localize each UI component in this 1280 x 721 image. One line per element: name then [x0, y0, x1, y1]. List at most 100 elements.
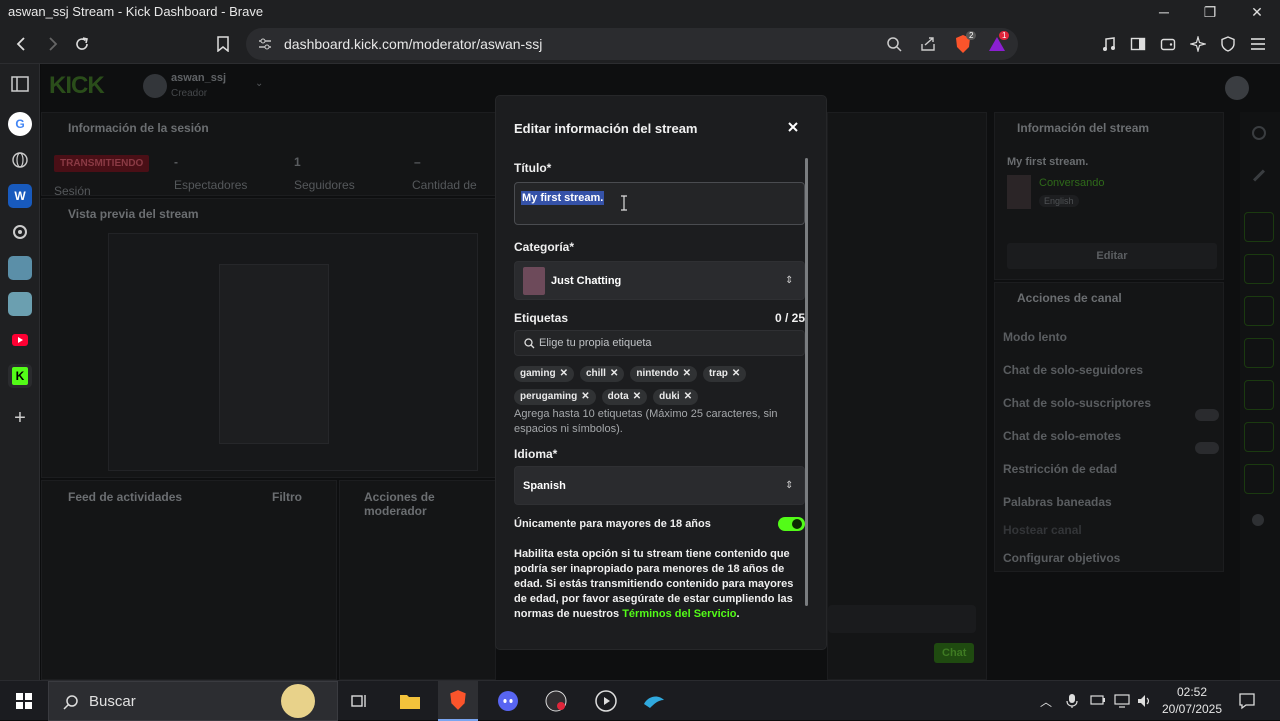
pencil-icon[interactable] [1252, 169, 1266, 182]
remove-tag-icon[interactable]: ✕ [684, 391, 692, 402]
bookmark-icon[interactable] [209, 30, 237, 58]
tag-chip[interactable]: duki ✕ [653, 388, 699, 405]
tag-chip[interactable]: chill ✕ [579, 365, 625, 382]
subscribers-only-item[interactable]: Chat de solo-suscriptores [1003, 396, 1151, 410]
word-icon[interactable]: W [8, 184, 32, 208]
app-thumbnail-icon-2[interactable] [8, 292, 32, 316]
add-widget-icon[interactable] [1252, 514, 1264, 526]
broadcast-icon[interactable] [1244, 380, 1274, 410]
sidebar-panel-icon[interactable] [8, 72, 32, 96]
globe-icon[interactable] [8, 148, 32, 172]
age-restriction-item[interactable]: Restricción de edad [1003, 462, 1117, 476]
mod-tool-icon[interactable] [1244, 422, 1274, 452]
close-window-button[interactable]: ✕ [1234, 0, 1280, 24]
profile-avatar[interactable] [1225, 76, 1249, 100]
title-input[interactable]: My first stream. [514, 182, 805, 225]
emotes-only-toggle[interactable] [1195, 442, 1219, 454]
configure-goals-item[interactable]: Configurar objetivos [1003, 551, 1120, 565]
title-input-value: My first stream. [521, 191, 605, 205]
windows-start-icon[interactable] [4, 681, 44, 721]
avatar[interactable] [143, 74, 167, 98]
tag-chip[interactable]: gaming ✕ [514, 365, 574, 382]
share-icon[interactable] [920, 36, 936, 52]
document-icon[interactable] [1244, 296, 1274, 326]
zoom-icon[interactable] [886, 36, 902, 52]
music-icon[interactable] [1095, 30, 1123, 58]
media-player-icon[interactable] [586, 681, 626, 721]
close-icon[interactable] [786, 120, 800, 134]
stream-preview-video[interactable] [108, 233, 478, 471]
widget-icon-1[interactable] [1244, 212, 1274, 242]
circle-app-icon[interactable] [8, 220, 32, 244]
microphone-icon[interactable] [1066, 693, 1078, 709]
brave-rewards-icon[interactable]: 1 [988, 31, 1010, 53]
back-icon[interactable] [8, 30, 36, 58]
obs-icon[interactable] [536, 681, 576, 721]
mature-toggle[interactable] [778, 517, 805, 531]
emotes-only-item[interactable]: Chat de solo-emotes [1003, 429, 1121, 443]
clock-time[interactable]: 02:52 [1166, 685, 1218, 699]
brave-taskbar-icon[interactable] [438, 681, 478, 721]
network-icon[interactable] [1114, 694, 1130, 708]
remove-tag-icon[interactable]: ✕ [560, 368, 568, 379]
modal-title: Editar información del stream [514, 121, 698, 136]
remove-tag-icon[interactable]: ✕ [683, 368, 691, 379]
slow-mode-item[interactable]: Modo lento [1003, 330, 1067, 344]
followers-only-item[interactable]: Chat de solo-seguidores [1003, 363, 1143, 377]
dolphin-app-icon[interactable] [634, 681, 674, 721]
remove-tag-icon[interactable]: ✕ [633, 391, 641, 402]
tags-search-input[interactable]: Elige tu propia etiqueta [514, 330, 805, 356]
chevron-down-icon[interactable]: ⌄ [255, 78, 263, 89]
menu-icon[interactable] [1244, 30, 1272, 58]
tag-chip[interactable]: perugaming ✕ [514, 388, 596, 405]
tray-overflow-icon[interactable]: ︿ [1040, 693, 1052, 710]
bolt-icon[interactable] [1244, 254, 1274, 284]
kick-icon[interactable]: K [8, 364, 32, 388]
remove-tag-icon[interactable]: ✕ [610, 368, 618, 379]
kick-logo[interactable]: KICK [49, 72, 105, 100]
chat-input[interactable] [828, 605, 976, 633]
add-panel-icon[interactable]: + [8, 406, 32, 430]
tag-chip[interactable]: trap ✕ [702, 365, 747, 382]
taskbar-search-box[interactable]: Buscar [48, 681, 338, 721]
modal-scrollbar[interactable] [805, 158, 808, 606]
app-thumbnail-icon[interactable] [8, 256, 32, 280]
chat-send-button[interactable]: Chat [934, 643, 975, 663]
host-channel-item[interactable]: Hostear canal [1003, 523, 1082, 537]
battery-icon[interactable] [1090, 694, 1106, 706]
banned-words-item[interactable]: Palabras baneadas [1003, 495, 1112, 509]
brave-shield-icon[interactable]: 2 [954, 31, 977, 54]
language-select[interactable]: Spanish ⇕ [514, 466, 805, 505]
site-settings-icon[interactable] [258, 37, 272, 51]
restore-button[interactable]: ❐ [1187, 0, 1233, 24]
terms-of-service-link[interactable]: Términos del Servicio [622, 608, 736, 620]
language-label: Idioma* [514, 447, 558, 461]
tag-chip[interactable]: dota ✕ [601, 388, 648, 405]
subscribers-only-toggle[interactable] [1195, 409, 1219, 421]
reload-icon[interactable] [68, 30, 96, 58]
file-explorer-icon[interactable] [390, 681, 430, 721]
task-view-icon[interactable] [340, 681, 380, 721]
tag-chip[interactable]: nintendo ✕ [630, 365, 697, 382]
info-icon[interactable] [1252, 126, 1266, 140]
volume-icon[interactable] [1136, 693, 1152, 709]
remove-tag-icon[interactable]: ✕ [732, 368, 740, 379]
filter-button[interactable]: Filtro [272, 490, 302, 504]
category-select[interactable]: Just Chatting ⇕ [514, 261, 805, 300]
clock-date[interactable]: 20/07/2025 [1160, 702, 1224, 716]
remove-tag-icon[interactable]: ✕ [581, 391, 589, 402]
leo-ai-icon[interactable] [1184, 30, 1212, 58]
google-icon[interactable]: G [8, 112, 32, 136]
edit-stream-button[interactable]: Editar [1007, 243, 1217, 269]
chat-bubble-icon[interactable] [1244, 338, 1274, 368]
wallet-icon[interactable] [1154, 30, 1182, 58]
youtube-icon[interactable] [8, 328, 32, 352]
minimize-button[interactable]: ─ [1141, 0, 1187, 24]
wrench-icon[interactable] [1244, 464, 1274, 494]
forward-icon[interactable] [38, 30, 66, 58]
discord-icon[interactable] [488, 681, 528, 721]
notifications-icon[interactable] [1238, 692, 1256, 710]
address-bar[interactable]: dashboard.kick.com/moderator/aswan-ssj 2… [246, 28, 1018, 60]
sidebar-toggle-icon[interactable] [1124, 30, 1152, 58]
vpn-icon[interactable] [1214, 30, 1242, 58]
